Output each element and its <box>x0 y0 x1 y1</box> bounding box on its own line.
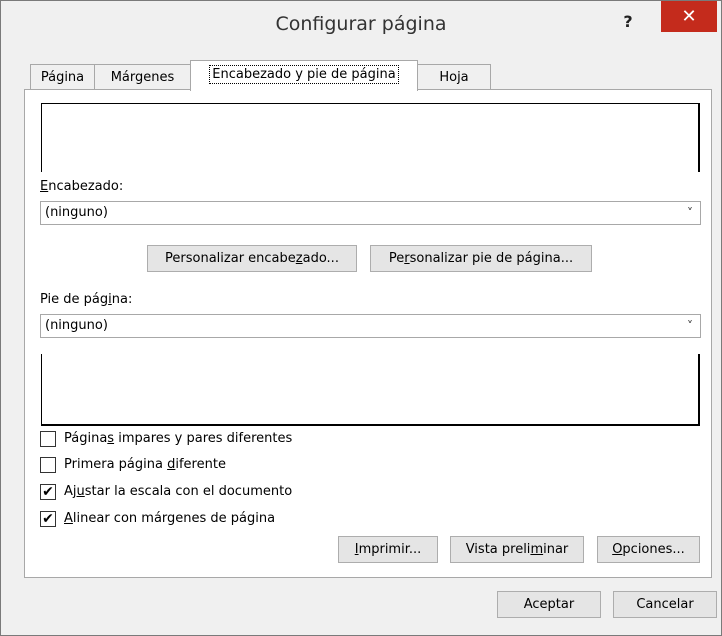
check-icon: ✔ <box>42 484 54 500</box>
help-button[interactable]: ? <box>613 7 643 37</box>
header-select[interactable]: (ninguno) ˅ <box>40 201 701 225</box>
odd-even-checkbox[interactable] <box>40 431 56 447</box>
page-setup-dialog: Configurar página ? ✕ Página Márgenes En… <box>0 0 722 636</box>
footer-preview <box>41 354 700 426</box>
title-bar: Configurar página ? ✕ <box>1 1 721 47</box>
scale-with-document-checkbox[interactable]: ✔ <box>40 484 56 500</box>
footer-select[interactable]: (ninguno) ˅ <box>40 314 701 338</box>
chevron-down-icon: ˅ <box>687 206 693 220</box>
header-label: Encabezado: <box>40 179 124 194</box>
tab-encabezado-pie[interactable]: Encabezado y pie de página <box>190 60 418 91</box>
align-margins-checkbox[interactable]: ✔ <box>40 511 56 527</box>
tab-margenes[interactable]: Márgenes <box>94 64 191 91</box>
first-page-label: Primera página diferente <box>64 457 226 472</box>
scale-with-document-label: Ajustar la escala con el documento <box>64 484 293 499</box>
header-preview <box>41 103 700 172</box>
ok-button[interactable]: Aceptar <box>497 591 601 618</box>
tab-margenes-label: Márgenes <box>110 70 175 85</box>
tab-pagina[interactable]: Página <box>30 64 95 91</box>
custom-header-button[interactable]: Personalizar encabezado... <box>147 245 357 272</box>
footer-label: Pie de página: <box>40 292 133 307</box>
chevron-down-icon: ˅ <box>687 319 693 333</box>
custom-footer-button[interactable]: Personalizar pie de página... <box>370 245 592 272</box>
header-select-value: (ninguno) <box>45 205 108 220</box>
align-margins-label: Alinear con márgenes de página <box>64 511 276 526</box>
tab-pagina-label: Página <box>40 70 85 85</box>
tab-hoja-label: Hoja <box>439 70 469 85</box>
print-button[interactable]: Imprimir... <box>338 536 438 563</box>
odd-even-label: Páginas impares y pares diferentes <box>64 431 293 446</box>
first-page-checkbox[interactable] <box>40 457 56 473</box>
footer-select-value: (ninguno) <box>45 318 108 333</box>
print-preview-button[interactable]: Vista preliminar <box>450 536 584 563</box>
cancel-button[interactable]: Cancelar <box>613 591 717 618</box>
check-icon: ✔ <box>42 511 54 527</box>
close-button[interactable]: ✕ <box>661 1 717 32</box>
tab-hoja[interactable]: Hoja <box>417 64 491 91</box>
options-button[interactable]: Opciones... <box>597 536 700 563</box>
tab-encabezado-pie-label: Encabezado y pie de página <box>209 65 399 84</box>
